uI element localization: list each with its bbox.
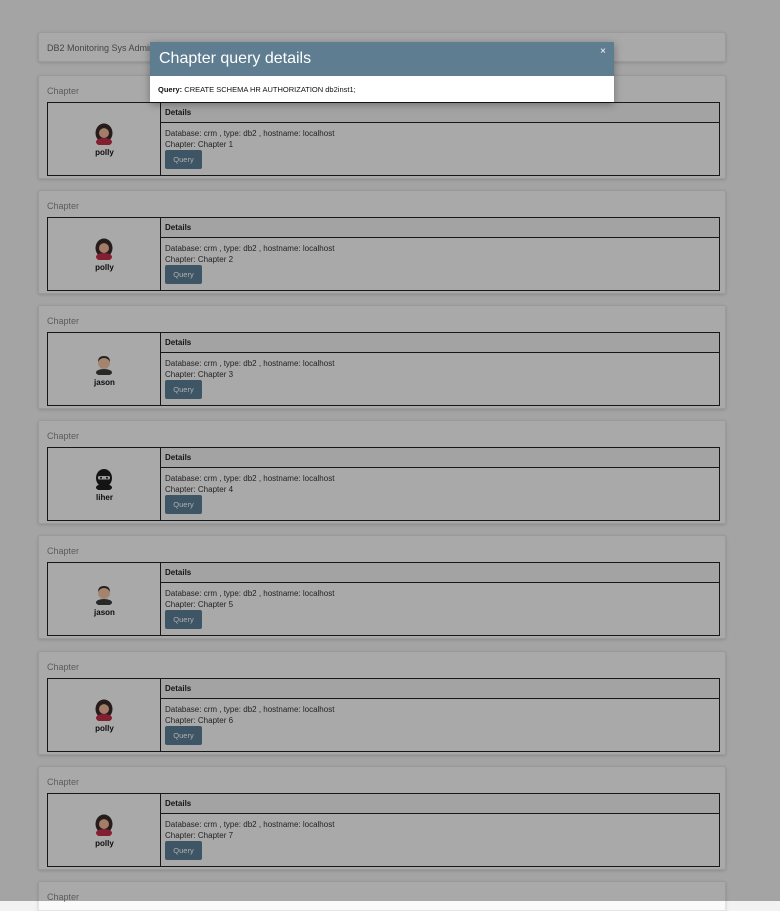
- close-icon[interactable]: ×: [600, 47, 606, 57]
- query-details-modal: Chapter query details × Query: CREATE SC…: [150, 42, 614, 102]
- modal-backdrop[interactable]: [0, 0, 780, 901]
- modal-title: Chapter query details: [159, 50, 312, 67]
- modal-header: Chapter query details ×: [150, 42, 614, 76]
- query-text: CREATE SCHEMA HR AUTHORIZATION db2inst1;: [184, 85, 356, 94]
- query-label: Query:: [158, 85, 183, 94]
- modal-body: Query: CREATE SCHEMA HR AUTHORIZATION db…: [158, 85, 356, 94]
